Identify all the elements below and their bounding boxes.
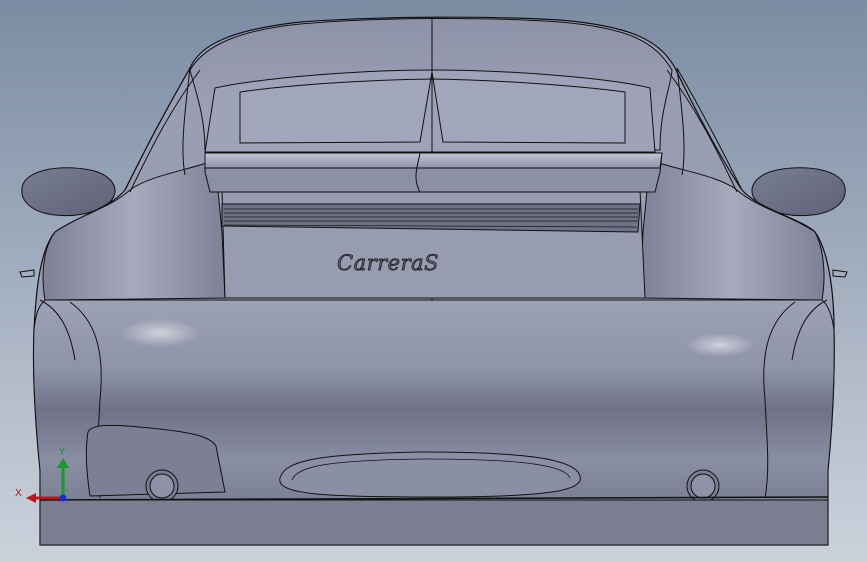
lower-skirt bbox=[39, 499, 829, 546]
car-model-rear-view[interactable]: CarreraS Y X bbox=[0, 0, 867, 562]
bumper-highlight-right bbox=[685, 333, 755, 357]
left-exhaust-inner bbox=[149, 473, 175, 499]
bumper-highlight-left bbox=[120, 319, 200, 347]
right-exhaust-inner bbox=[690, 473, 716, 499]
x-axis-label: X bbox=[15, 488, 22, 499]
z-axis-origin bbox=[59, 494, 67, 502]
y-axis-label: Y bbox=[58, 447, 66, 458]
carrera-s-badge: CarreraS bbox=[337, 251, 439, 275]
cad-graphics-viewport[interactable]: CarreraS Y X bbox=[0, 0, 867, 562]
spoiler-top bbox=[204, 152, 663, 169]
